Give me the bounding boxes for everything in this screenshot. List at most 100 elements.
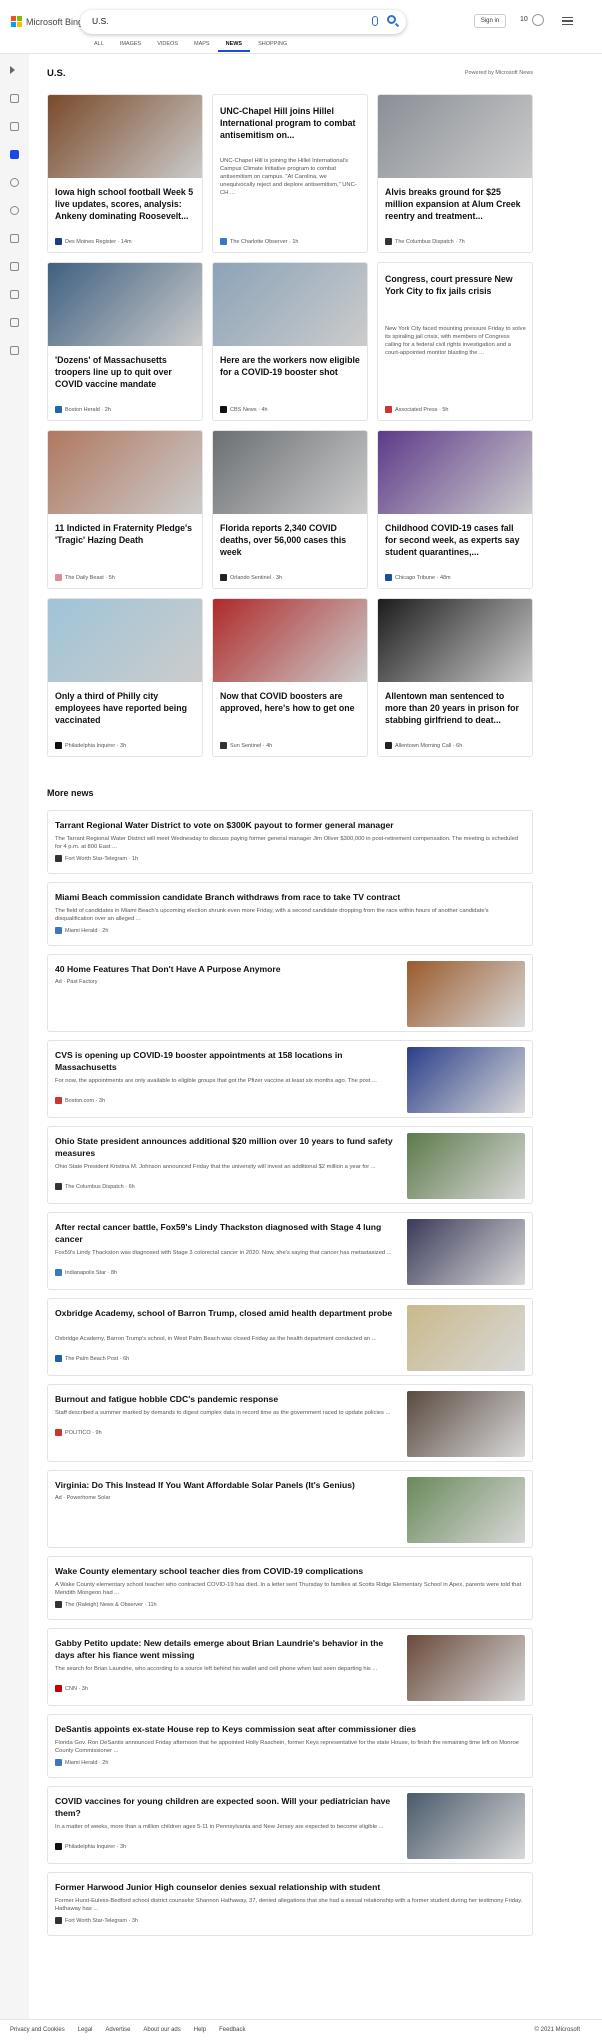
news-card-title[interactable]: UNC-Chapel Hill joins Hillel Internation… bbox=[220, 105, 362, 141]
tab-all[interactable]: ALL bbox=[86, 40, 112, 52]
news-card-title[interactable]: 11 Indicted in Fraternity Pledge's 'Trag… bbox=[55, 522, 197, 546]
news-card-title[interactable]: Iowa high school football Week 5 live up… bbox=[55, 186, 197, 222]
trending-icon[interactable] bbox=[10, 122, 19, 131]
more-news-item[interactable]: CVS is opening up COVID-19 booster appoi… bbox=[47, 1040, 533, 1118]
news-card-image[interactable] bbox=[48, 263, 202, 346]
more-news-image[interactable] bbox=[407, 1219, 525, 1285]
rewards-count[interactable]: 10 bbox=[520, 16, 528, 23]
more-news-item[interactable]: Tarrant Regional Water District to vote … bbox=[47, 810, 533, 874]
more-news-image[interactable] bbox=[407, 1635, 525, 1701]
more-news-item[interactable]: Gabby Petito update: New details emerge … bbox=[47, 1628, 533, 1706]
more-news-source[interactable]: POLITICO · 9h bbox=[55, 1429, 102, 1436]
hamburger-menu-icon[interactable] bbox=[562, 17, 573, 25]
more-news-title-link[interactable]: Miami Beach commission candidate Branch … bbox=[55, 891, 525, 903]
more-news-title-link[interactable]: Virginia: Do This Instead If You Want Af… bbox=[55, 1479, 395, 1491]
tab-images[interactable]: IMAGES bbox=[112, 40, 149, 52]
location-icon[interactable] bbox=[10, 178, 19, 187]
footer-link-advertise[interactable]: Advertise bbox=[105, 2027, 130, 2033]
more-news-source[interactable]: The (Raleigh) News & Observer · 11h bbox=[55, 1601, 157, 1608]
footer-link-about-ads[interactable]: About our ads bbox=[143, 2027, 180, 2033]
tab-videos[interactable]: VIDEOS bbox=[149, 40, 186, 52]
news-card-image[interactable] bbox=[378, 599, 532, 682]
search-box[interactable]: U.S. bbox=[80, 10, 406, 34]
science-icon[interactable] bbox=[10, 262, 19, 271]
news-card-source[interactable]: The Charlotte Observer · 1h bbox=[220, 238, 298, 245]
more-news-item[interactable]: Former Harwood Junior High counselor den… bbox=[47, 1872, 533, 1936]
more-news-image[interactable] bbox=[407, 1047, 525, 1113]
news-card[interactable]: Now that COVID boosters are approved, he… bbox=[212, 598, 368, 757]
world-icon[interactable] bbox=[10, 206, 19, 215]
footer-link-privacy[interactable]: Privacy and Cookies bbox=[10, 2027, 65, 2033]
news-card-image[interactable] bbox=[213, 431, 367, 514]
news-card[interactable]: Childhood COVID-19 cases fall for second… bbox=[377, 430, 533, 589]
news-card-source[interactable]: Allentown Morning Call · 6h bbox=[385, 742, 462, 749]
news-card[interactable]: Allentown man sentenced to more than 20 … bbox=[377, 598, 533, 757]
rewards-trophy-icon[interactable] bbox=[532, 14, 544, 26]
news-card[interactable]: Alvis breaks ground for $25 million expa… bbox=[377, 94, 533, 253]
news-card-image[interactable] bbox=[378, 95, 532, 178]
more-news-image[interactable] bbox=[407, 1133, 525, 1199]
news-card-source[interactable]: Chicago Tribune · 48m bbox=[385, 574, 451, 581]
news-card-image[interactable] bbox=[213, 599, 367, 682]
more-news-source[interactable]: Fort Worth Star-Telegram · 1h bbox=[55, 855, 138, 862]
microphone-icon[interactable] bbox=[372, 16, 378, 26]
news-card-source[interactable]: The Columbus Dispatch · 7h bbox=[385, 238, 465, 245]
more-news-title-link[interactable]: 40 Home Features That Don't Have A Purpo… bbox=[55, 963, 395, 975]
more-news-image[interactable] bbox=[407, 961, 525, 1027]
news-card[interactable]: Congress, court pressure New York City t… bbox=[377, 262, 533, 421]
more-news-image[interactable] bbox=[407, 1793, 525, 1859]
more-news-title-link[interactable]: COVID vaccines for young children are ex… bbox=[55, 1795, 395, 1819]
more-news-source[interactable]: Philadelphia Inquirer · 3h bbox=[55, 1843, 126, 1850]
more-news-source[interactable]: The Columbus Dispatch · 6h bbox=[55, 1183, 135, 1190]
more-news-item[interactable]: Burnout and fatigue hobble CDC's pandemi… bbox=[47, 1384, 533, 1462]
news-card-title[interactable]: Childhood COVID-19 cases fall for second… bbox=[385, 522, 527, 558]
news-card[interactable]: Here are the workers now eligible for a … bbox=[212, 262, 368, 421]
news-card[interactable]: Iowa high school football Week 5 live up… bbox=[47, 94, 203, 253]
more-news-title-link[interactable]: Tarrant Regional Water District to vote … bbox=[55, 819, 525, 831]
news-card-title[interactable]: Alvis breaks ground for $25 million expa… bbox=[385, 186, 527, 222]
tech-icon[interactable] bbox=[10, 346, 19, 355]
news-card-image[interactable] bbox=[48, 95, 202, 178]
news-card-source[interactable]: Sun Sentinel · 4h bbox=[220, 742, 272, 749]
more-news-item[interactable]: Miami Beach commission candidate Branch … bbox=[47, 882, 533, 946]
more-news-source[interactable]: Miami Herald · 2h bbox=[55, 927, 108, 934]
news-card-source[interactable]: The Daily Beast · 5h bbox=[55, 574, 115, 581]
tab-shopping[interactable]: SHOPPING bbox=[250, 40, 295, 52]
tab-news[interactable]: NEWS bbox=[217, 40, 251, 52]
search-input[interactable]: U.S. bbox=[92, 16, 109, 26]
news-card-image[interactable] bbox=[213, 263, 367, 346]
news-card[interactable]: 11 Indicted in Fraternity Pledge's 'Trag… bbox=[47, 430, 203, 589]
news-card-image[interactable] bbox=[48, 599, 202, 682]
news-card-title[interactable]: Congress, court pressure New York City t… bbox=[385, 273, 527, 297]
more-news-title-link[interactable]: Wake County elementary school teacher di… bbox=[55, 1565, 525, 1577]
us-flag-icon[interactable] bbox=[10, 150, 19, 159]
more-news-item[interactable]: COVID vaccines for young children are ex… bbox=[47, 1786, 533, 1864]
more-news-source[interactable]: Indianapolis Star · 8h bbox=[55, 1269, 117, 1276]
news-card-title[interactable]: Only a third of Philly city employees ha… bbox=[55, 690, 197, 726]
more-news-source[interactable]: Fort Worth Star-Telegram · 3h bbox=[55, 1917, 138, 1924]
more-news-item[interactable]: After rectal cancer battle, Fox59's Lind… bbox=[47, 1212, 533, 1290]
news-card-image[interactable] bbox=[378, 431, 532, 514]
news-card-source[interactable]: Boston Herald · 2h bbox=[55, 406, 111, 413]
news-card[interactable]: 'Dozens' of Massachusetts troopers line … bbox=[47, 262, 203, 421]
news-card-source[interactable]: Philadelphia Inquirer · 3h bbox=[55, 742, 126, 749]
footer-link-help[interactable]: Help bbox=[194, 2027, 206, 2033]
news-card[interactable]: UNC-Chapel Hill joins Hillel Internation… bbox=[212, 94, 368, 253]
more-news-item[interactable]: Virginia: Do This Instead If You Want Af… bbox=[47, 1470, 533, 1548]
more-news-title-link[interactable]: Gabby Petito update: New details emerge … bbox=[55, 1637, 395, 1661]
more-news-image[interactable] bbox=[407, 1305, 525, 1371]
more-news-title-link[interactable]: Former Harwood Junior High counselor den… bbox=[55, 1881, 525, 1893]
more-news-source[interactable]: Ad · Powerhome Solar bbox=[55, 1495, 110, 1501]
more-news-title-link[interactable]: Oxbridge Academy, school of Barron Trump… bbox=[55, 1307, 395, 1319]
news-card-title[interactable]: Allentown man sentenced to more than 20 … bbox=[385, 690, 527, 726]
more-news-title-link[interactable]: Ohio State president announces additiona… bbox=[55, 1135, 395, 1159]
more-news-source[interactable]: Boston.com · 3h bbox=[55, 1097, 105, 1104]
news-card-title[interactable]: 'Dozens' of Massachusetts troopers line … bbox=[55, 354, 197, 390]
search-icon[interactable] bbox=[387, 15, 396, 24]
more-news-item[interactable]: DeSantis appoints ex-state House rep to … bbox=[47, 1714, 533, 1778]
more-news-item[interactable]: Wake County elementary school teacher di… bbox=[47, 1556, 533, 1620]
news-card-title[interactable]: Here are the workers now eligible for a … bbox=[220, 354, 362, 378]
tab-maps[interactable]: MAPS bbox=[186, 40, 218, 52]
more-news-source[interactable]: The Palm Beach Post · 6h bbox=[55, 1355, 129, 1362]
news-card-source[interactable]: CBS News · 4h bbox=[220, 406, 268, 413]
